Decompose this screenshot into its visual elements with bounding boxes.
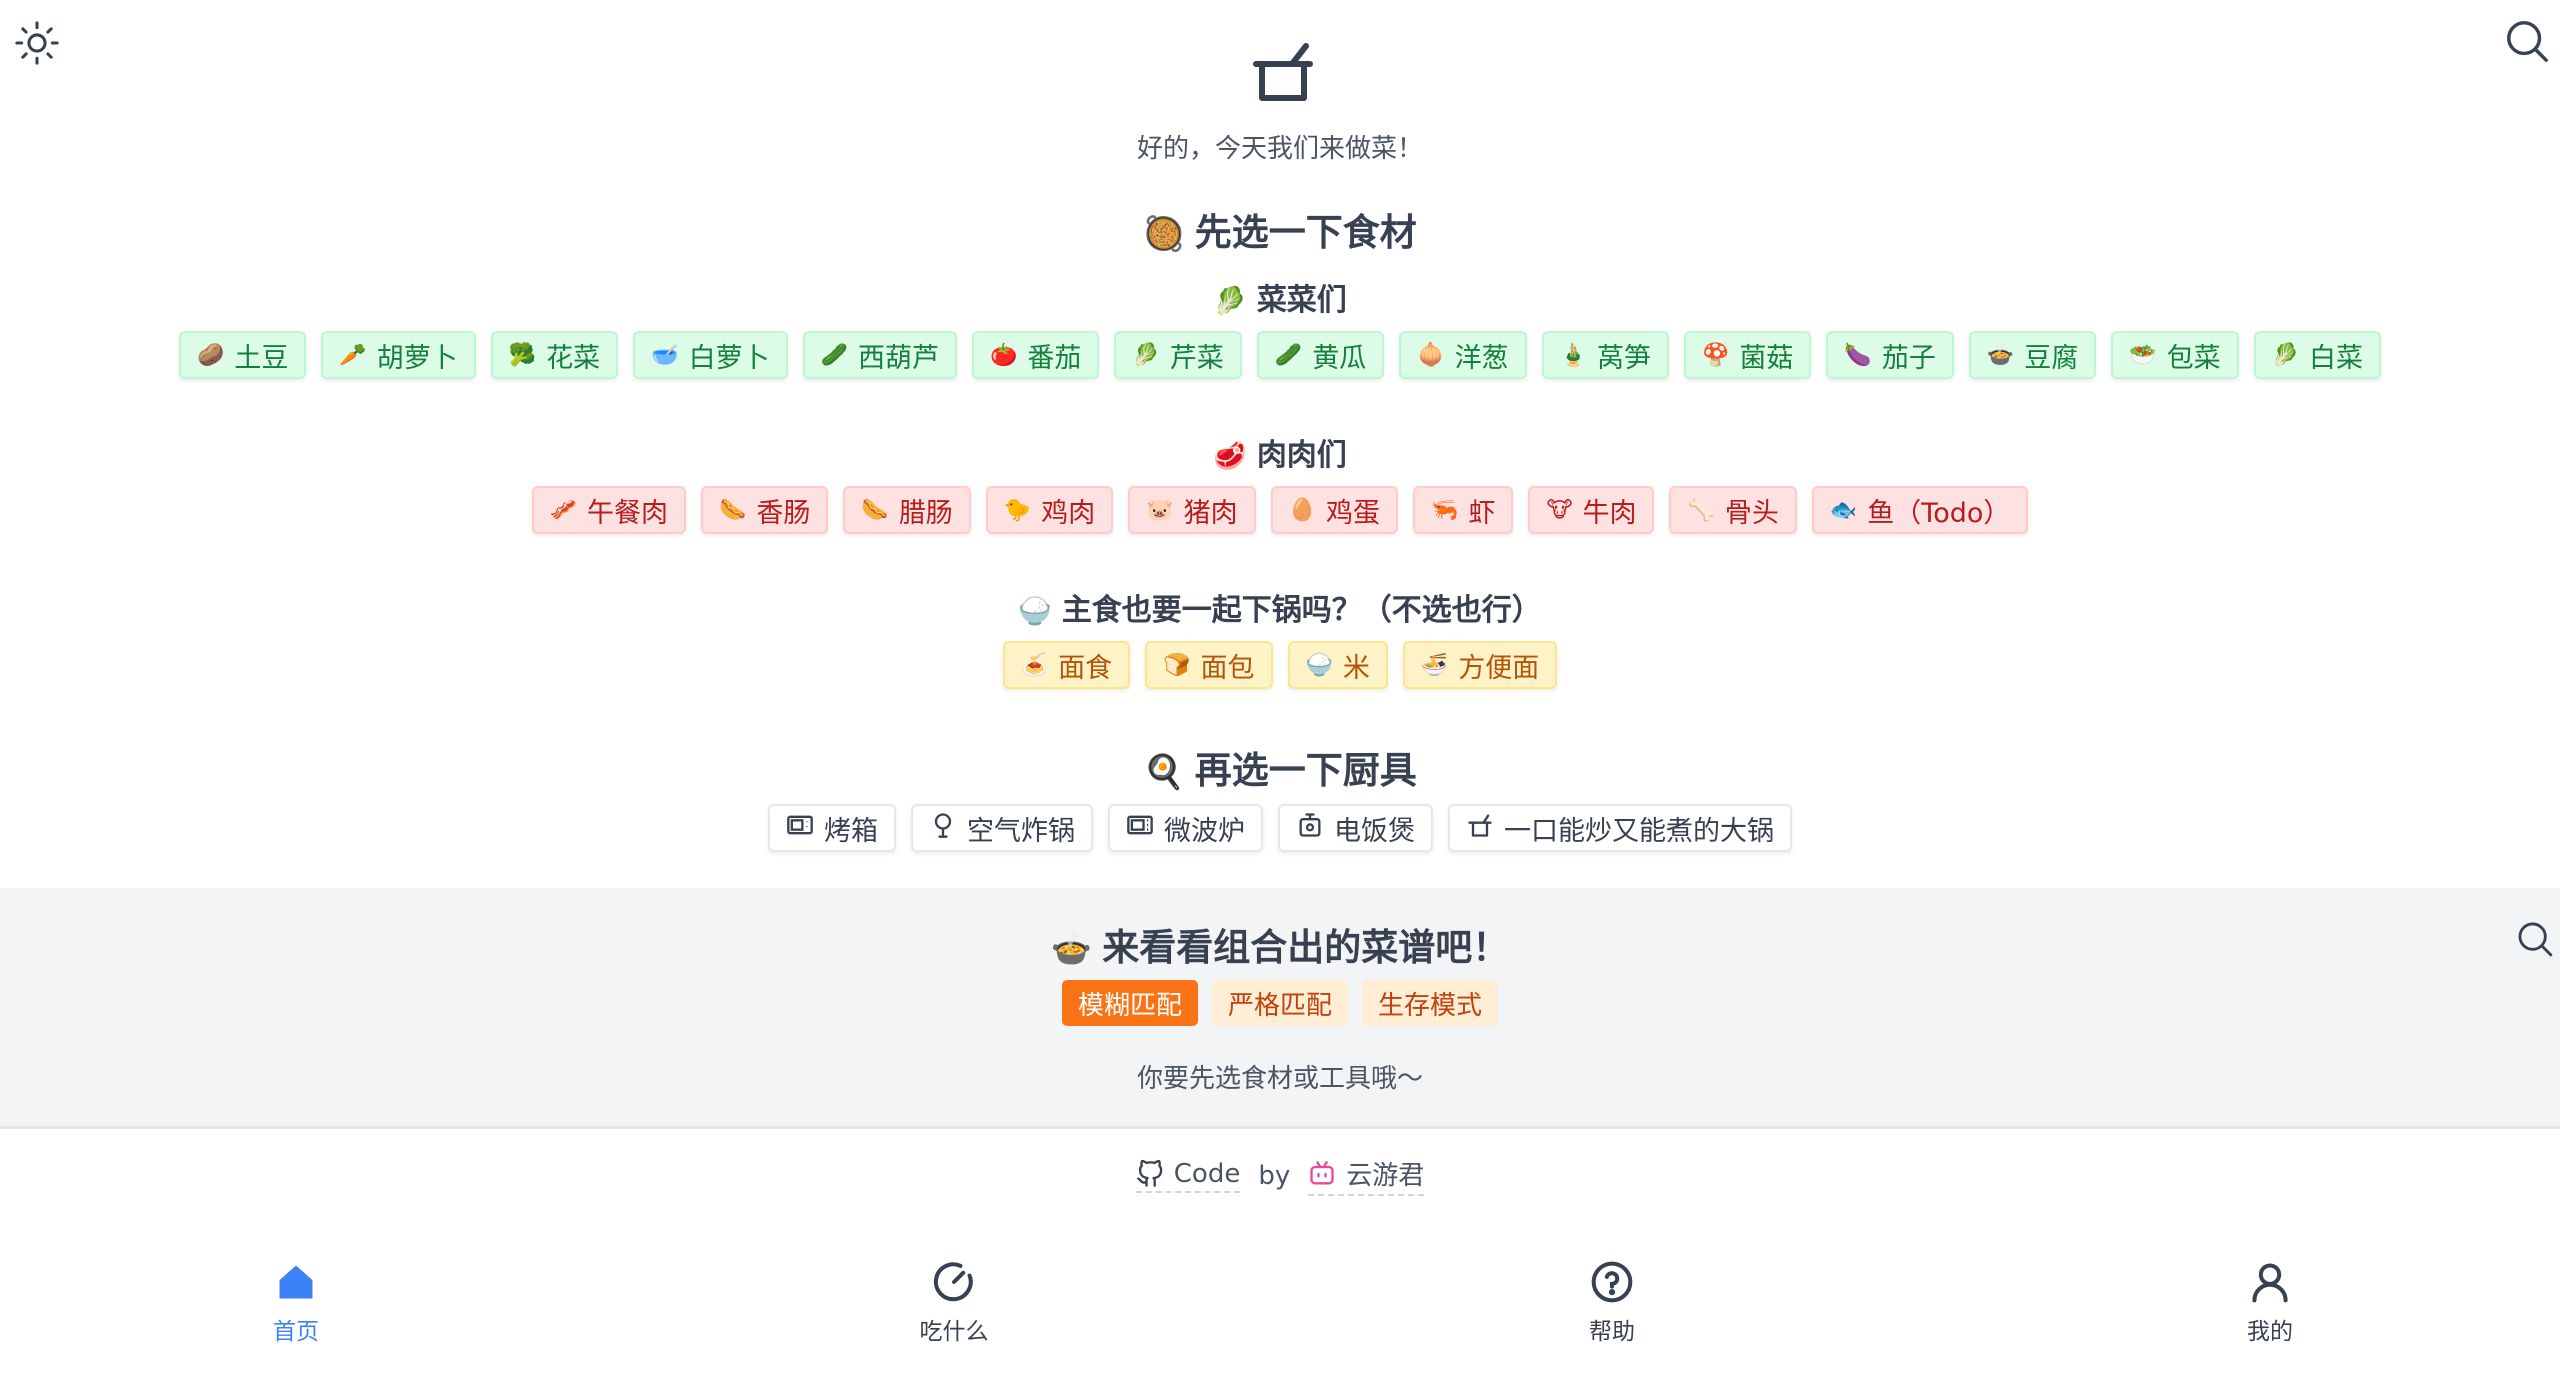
code-link[interactable]: Code xyxy=(1135,1159,1241,1193)
home-icon xyxy=(279,1265,313,1299)
mode-survival-button[interactable]: 生存模式 xyxy=(1362,980,1499,1026)
ingredient-chip[interactable]: 🌭 香肠 xyxy=(701,486,829,534)
ingredient-chip[interactable]: 🧅 洋葱 xyxy=(1399,331,1527,379)
oven-icon xyxy=(786,811,814,846)
staple-chip[interactable]: 🍝 面食 xyxy=(1002,641,1131,689)
ingredient-chip[interactable]: 🥦 花菜 xyxy=(490,331,619,379)
ingredient-chip[interactable]: 🍲 豆腐 xyxy=(1968,331,2097,379)
staples-list: 🍝 面食 🍞 面包 🍚 米 🍜 方便面 xyxy=(0,641,2560,689)
meats-title: 🥩 肉肉们 xyxy=(1213,438,1347,473)
air-fryer-icon xyxy=(929,811,957,846)
footer: Code by 云游君 xyxy=(0,1155,2560,1196)
author-link[interactable]: 云游君 xyxy=(1308,1155,1425,1196)
staple-chip[interactable]: 🍚 米 xyxy=(1287,641,1388,689)
ingredient-chip[interactable]: 🐷 猪肉 xyxy=(1128,486,1256,534)
ingredient-chip[interactable]: 🥣 白萝卜 xyxy=(633,331,788,379)
ingredient-chip[interactable]: 🍅 番茄 xyxy=(971,331,1100,379)
ingredient-chip[interactable]: 🥬 白菜 xyxy=(2253,331,2382,379)
ingredient-chip[interactable]: 🦴 骨头 xyxy=(1669,486,1797,534)
by-label: by xyxy=(1258,1160,1291,1191)
tab-home[interactable]: 首页 xyxy=(196,1260,396,1346)
mode-fuzzy-button[interactable]: 模糊匹配 xyxy=(1061,980,1198,1026)
sun-icon[interactable] xyxy=(14,20,60,66)
empty-hint: 你要先选食材或工具哦～ xyxy=(1136,1064,1423,1094)
ingredient-chip[interactable]: 🥕 胡萝卜 xyxy=(321,331,476,379)
staple-chip[interactable]: 🍞 面包 xyxy=(1145,641,1273,689)
ingredient-chip[interactable]: 🥬 芹菜 xyxy=(1114,331,1242,379)
match-mode-tabs: 模糊匹配 严格匹配 生存模式 xyxy=(0,980,2560,1026)
tab-help[interactable]: 帮助 xyxy=(1512,1260,1712,1346)
tools-title: 🍳 再选一下厨具 xyxy=(1143,749,1417,792)
ingredient-chip[interactable]: 🥒 西葫芦 xyxy=(802,331,957,379)
ingredient-chip[interactable]: 🦐 虾 xyxy=(1413,486,1514,534)
tools-list: 烤箱 空气炸锅 微波炉 电饭煲 一口能炒又能煮的大锅 xyxy=(0,804,2560,852)
mode-strict-button[interactable]: 严格匹配 xyxy=(1211,980,1348,1026)
pot-icon xyxy=(1248,38,1318,108)
ingredient-chip[interactable]: 🍆 茄子 xyxy=(1826,331,1954,379)
tab-profile[interactable]: 我的 xyxy=(2170,1260,2370,1346)
rice-cooker-icon xyxy=(1296,811,1324,846)
vegetables-list: 🥔 土豆 🥕 胡萝卜 🥦 花菜 🥣 白萝卜 🥒 西葫芦 🍅 番茄 🥬 芹菜 🥒 黄瓜 🧅 洋葱 🎍… xyxy=(0,331,2560,379)
tool-chip-rice-cooker[interactable]: 电饭煲 xyxy=(1278,804,1433,852)
tab-what-to-eat[interactable]: 吃什么 xyxy=(854,1260,1054,1346)
ingredient-chip[interactable]: 🥚 鸡蛋 xyxy=(1270,486,1399,534)
microwave-icon xyxy=(1126,811,1154,846)
meats-list: 🥓 午餐肉 🌭 香肠 🌭 腊肠 🐤 鸡肉 🐷 猪肉 🥚 鸡蛋 🦐 虾 🐮 牛肉 🦴 骨头 🐟 鱼（T… xyxy=(0,486,2560,534)
bottom-tab-bar: 首页 吃什么 帮助 我的 xyxy=(0,1232,2560,1385)
ingredient-chip[interactable]: 🌭 腊肠 xyxy=(843,486,971,534)
ingredient-chip[interactable]: 🥔 土豆 xyxy=(178,331,307,379)
ingredient-chip[interactable]: 🐮 牛肉 xyxy=(1528,486,1655,534)
tool-chip-wok[interactable]: 一口能炒又能煮的大锅 xyxy=(1448,804,1792,852)
tool-chip-microwave[interactable]: 微波炉 xyxy=(1108,804,1263,852)
github-icon xyxy=(1136,1159,1163,1187)
tagline: 好的，今天我们来做菜！ xyxy=(1136,134,1423,164)
ingredients-title: 🥘 先选一下食材 xyxy=(1143,211,1417,254)
staple-chip[interactable]: 🍜 方便面 xyxy=(1402,641,1558,689)
vegetables-title: 🥬 菜菜们 xyxy=(1213,283,1347,318)
ingredient-chip[interactable]: 🍄 菌菇 xyxy=(1684,331,1812,379)
ingredient-chip[interactable]: 🐤 鸡肉 xyxy=(985,486,1114,534)
tool-chip-air-fryer[interactable]: 空气炸锅 xyxy=(911,804,1093,852)
tool-chip-oven[interactable]: 烤箱 xyxy=(768,804,896,852)
help-icon xyxy=(1591,1261,1633,1303)
search-icon[interactable] xyxy=(2516,920,2554,958)
ingredient-chip[interactable]: 🥒 黄瓜 xyxy=(1256,331,1385,379)
gauge-icon xyxy=(933,1262,973,1302)
recipes-title: 🍲 来看看组合出的菜谱吧！ xyxy=(1050,926,1510,969)
search-icon[interactable] xyxy=(2504,18,2550,64)
bilibili-icon xyxy=(1310,1160,1334,1184)
ingredient-chip[interactable]: 🥓 午餐肉 xyxy=(531,486,686,534)
staples-title: 🍚 主食也要一起下锅吗？（不选也行） xyxy=(1018,593,1542,628)
ingredient-chip[interactable]: 🥗 包菜 xyxy=(2111,331,2239,379)
user-icon xyxy=(2252,1263,2288,1303)
ingredient-chip[interactable]: 🎍 莴笋 xyxy=(1541,331,1670,379)
wok-icon xyxy=(1466,811,1494,846)
ingredient-chip[interactable]: 🐟 鱼（Todo） xyxy=(1811,486,2029,534)
